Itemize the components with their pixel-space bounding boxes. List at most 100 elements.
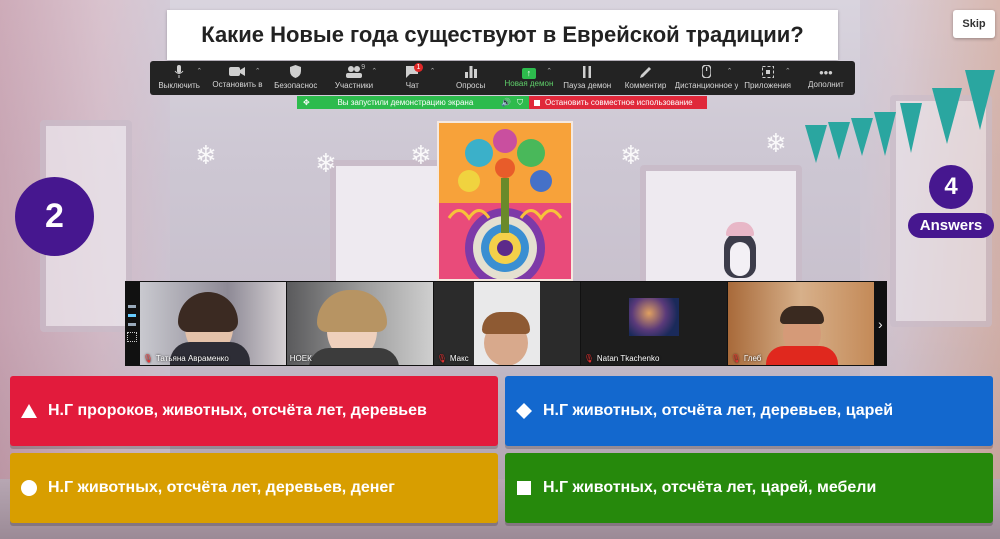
participant-tile[interactable]: 🎙 Макс: [433, 282, 580, 365]
penguin-decoration: [718, 222, 762, 280]
toolbar-chat-button[interactable]: 1 ⌃ Чат: [383, 61, 441, 95]
view-toggle-icon[interactable]: [128, 323, 137, 326]
toolbar-annotate-button[interactable]: Комментир: [616, 61, 674, 95]
audio-icon[interactable]: 🔊: [501, 98, 511, 107]
pennant-flag: [828, 122, 850, 160]
video-strip-controls: [125, 281, 140, 366]
grid-view-icon[interactable]: [127, 332, 138, 342]
toolbar-label: Остановить в: [212, 80, 263, 89]
snowflake-icon: ❄: [620, 140, 642, 170]
toolbar-mute-button[interactable]: ⌃ Выключить: [150, 61, 208, 95]
participant-tile[interactable]: 🎙 Natan Tkachenko: [580, 282, 727, 365]
triangle-icon: [21, 404, 37, 418]
pennant-flag: [805, 125, 827, 163]
toolbar-label: Безопаснос: [274, 81, 318, 90]
toolbar-new-share-button[interactable]: ↑ ⌃ Новая демон: [500, 61, 558, 95]
chevron-up-icon[interactable]: ⌃: [255, 67, 261, 75]
pause-icon: [582, 65, 592, 81]
apps-icon: [761, 65, 774, 81]
square-icon: [517, 481, 531, 495]
answer-circle-button[interactable]: Н.Г животных, отсчёта лет, деревьев, ден…: [10, 453, 498, 523]
share-handle-icon[interactable]: ✥: [303, 98, 310, 107]
answers-label: Answers: [908, 213, 994, 238]
pennant-flag: [851, 118, 873, 156]
answer-triangle-button[interactable]: Н.Г пророков, животных, отсчёта лет, дер…: [10, 376, 498, 446]
snowflake-icon: ❄: [410, 140, 432, 170]
chevron-up-icon[interactable]: ⌃: [546, 67, 552, 75]
toolbar-label: Дистанционное у: [674, 81, 739, 90]
mic-muted-icon: 🎙: [142, 354, 153, 363]
toolbar-apps-button[interactable]: ⌃ Приложения: [738, 61, 796, 95]
shield-icon[interactable]: ⛉: [517, 98, 523, 108]
chat-badge: 1: [413, 63, 424, 72]
participant-tile[interactable]: 🎙 Глеб: [727, 282, 874, 365]
annotate-pen-icon: [639, 66, 652, 81]
participants-count: 9: [361, 64, 366, 71]
toolbar-stop-video-button[interactable]: ⌃ Остановить в: [208, 61, 266, 95]
diamond-icon: [516, 403, 532, 419]
chevron-up-icon[interactable]: ⌃: [785, 67, 791, 75]
participant-name: 🎙 Глеб: [730, 354, 762, 363]
screen-share-bar: ✥ Вы запустили демонстрацию экрана 🔊 ⛉ О…: [297, 96, 707, 109]
toolbar-remote-control-button[interactable]: ⌃ Дистанционное у: [674, 61, 739, 95]
participant-tile[interactable]: 🎙 Татьяна Авраменко: [139, 282, 286, 365]
participant-name: НОЕК: [289, 354, 312, 363]
chevron-up-icon[interactable]: ⌃: [371, 67, 377, 75]
participant-video-strip: 🎙 Татьяна Авраменко НОЕК 🎙 Макс 🎙 Natan Tka…: [125, 281, 887, 366]
mic-muted-icon: 🎙: [583, 354, 594, 363]
toolbar-participants-button[interactable]: 9 ⌃ Участники: [325, 61, 383, 95]
meeting-toolbar: ⌃ Выключить ⌃ Остановить в Безопаснос 9 …: [150, 61, 855, 95]
pennant-flag: [900, 103, 922, 153]
snowflake-icon: ❄: [765, 128, 787, 158]
chevron-up-icon[interactable]: ⌃: [727, 67, 733, 75]
participant-name: 🎙 Natan Tkachenko: [583, 354, 660, 363]
toolbar-label: Дополнит: [808, 80, 844, 89]
toolbar-polls-button[interactable]: Опросы: [441, 61, 499, 95]
toolbar-security-button[interactable]: Безопаснос: [267, 61, 325, 95]
toolbar-more-button[interactable]: ••• Дополнит: [797, 61, 855, 95]
pennant-flag: [965, 70, 995, 130]
answer-diamond-button[interactable]: Н.Г животных, отсчёта лет, деревьев, цар…: [505, 376, 993, 446]
shield-icon: [290, 65, 302, 81]
mic-muted-icon: 🎙: [730, 354, 741, 363]
chevron-up-icon[interactable]: ⌃: [430, 67, 436, 75]
chevron-right-icon[interactable]: ›: [874, 316, 887, 332]
microphone-icon: [174, 65, 184, 81]
video-tiles: 🎙 Татьяна Авраменко НОЕК 🎙 Макс 🎙 Natan Tka…: [139, 282, 874, 365]
minimize-icon[interactable]: [128, 305, 137, 308]
view-toggle-icon[interactable]: [128, 314, 137, 317]
toolbar-label: Пауза демон: [563, 80, 612, 90]
participant-tile[interactable]: НОЕК: [286, 282, 433, 365]
snowflake-icon: ❄: [195, 140, 217, 170]
skip-button[interactable]: Skip: [953, 10, 995, 38]
toolbar-pause-share-button[interactable]: Пауза демон: [558, 61, 616, 95]
polls-icon: [464, 65, 477, 81]
answer-text: Н.Г пророков, животных, отсчёта лет, дер…: [48, 402, 427, 419]
question-counter: 2: [15, 177, 94, 256]
stop-share-label: Остановить совместное использование: [545, 98, 693, 107]
toolbar-label: Новая демон: [504, 78, 554, 88]
toolbar-label: Приложения: [744, 80, 792, 90]
toolbar-label: Чат: [405, 80, 419, 90]
pennant-flag: [932, 88, 962, 144]
toolbar-label: Опросы: [456, 80, 486, 90]
remote-control-icon: [701, 64, 712, 81]
circle-icon: [21, 480, 37, 496]
answer-text: Н.Г животных, отсчёта лет, царей, мебели: [543, 479, 877, 496]
toolbar-label: Комментир: [624, 80, 667, 90]
profile-picture: [628, 298, 679, 336]
chevron-up-icon[interactable]: ⌃: [196, 67, 202, 75]
answers-count: 4: [929, 165, 973, 209]
answer-square-button[interactable]: Н.Г животных, отсчёта лет, царей, мебели: [505, 453, 993, 523]
stop-icon: [534, 99, 540, 106]
question-text: Какие Новые года существуют в Еврейской …: [201, 22, 804, 47]
answer-text: Н.Г животных, отсчёта лет, деревьев, ден…: [48, 479, 395, 496]
share-screen-icon: ↑: [521, 67, 536, 79]
toolbar-label: Участники: [334, 80, 374, 90]
share-status: ✥ Вы запустили демонстрацию экрана 🔊 ⛉: [297, 96, 529, 109]
video-camera-icon: [229, 66, 246, 80]
participant-name: 🎙 Татьяна Авраменко: [142, 354, 229, 363]
question-image: [437, 121, 573, 281]
share-status-text: Вы запустили демонстрацию экрана: [337, 98, 474, 107]
stop-share-button[interactable]: Остановить совместное использование: [529, 96, 707, 109]
